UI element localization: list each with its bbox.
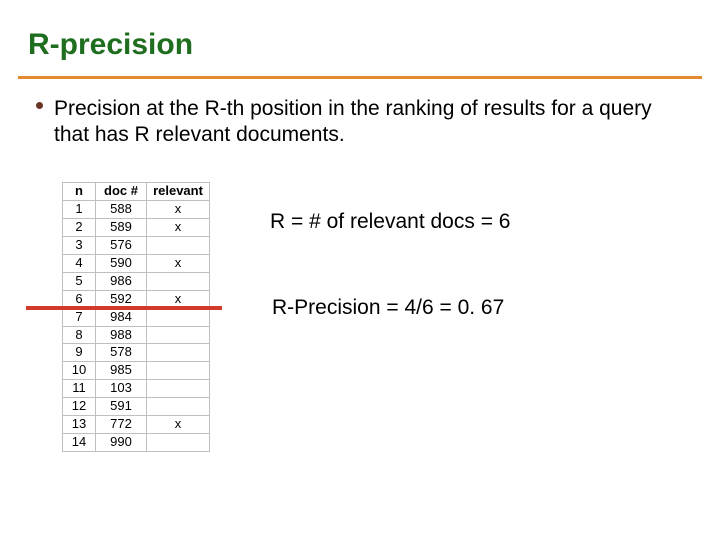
bullet-line: Precision at the R-th position in the ra… [54, 96, 684, 149]
cell-n: 12 [63, 398, 96, 416]
table-row: 8988 [63, 326, 210, 344]
table-header-row: n doc # relevant [63, 183, 210, 201]
cell-doc: 578 [96, 344, 147, 362]
cell-doc: 984 [96, 308, 147, 326]
table-row: 1588x [63, 200, 210, 218]
cell-relevant [147, 236, 210, 254]
cell-n: 1 [63, 200, 96, 218]
cell-n: 13 [63, 416, 96, 434]
cell-doc: 591 [96, 398, 147, 416]
cell-doc: 103 [96, 380, 147, 398]
results-table-wrap: n doc # relevant 1588x2589x35764590x5986… [62, 182, 210, 452]
table-row: 9578 [63, 344, 210, 362]
cell-n: 5 [63, 272, 96, 290]
slide-title: R-precision [28, 28, 193, 62]
cell-relevant [147, 272, 210, 290]
table-row: 10985 [63, 362, 210, 380]
col-header-relevant: relevant [147, 183, 210, 201]
cell-doc: 990 [96, 434, 147, 452]
table-row: 14990 [63, 434, 210, 452]
cell-relevant [147, 380, 210, 398]
cell-n: 7 [63, 308, 96, 326]
cell-relevant [147, 308, 210, 326]
table-row: 4590x [63, 254, 210, 272]
cell-doc: 589 [96, 218, 147, 236]
cell-doc: 988 [96, 326, 147, 344]
cell-doc: 985 [96, 362, 147, 380]
body-text: Precision at the R-th position in the ra… [36, 96, 684, 149]
cell-n: 8 [63, 326, 96, 344]
cell-n: 9 [63, 344, 96, 362]
cell-n: 10 [63, 362, 96, 380]
cell-relevant: x [147, 254, 210, 272]
cell-doc: 588 [96, 200, 147, 218]
cell-doc: 590 [96, 254, 147, 272]
table-row: 7984 [63, 308, 210, 326]
cell-doc: 576 [96, 236, 147, 254]
annotation-r-precision: R-Precision = 4/6 = 0. 67 [272, 296, 504, 320]
cell-doc: 772 [96, 416, 147, 434]
cell-relevant [147, 362, 210, 380]
results-table: n doc # relevant 1588x2589x35764590x5986… [62, 182, 210, 452]
cell-n: 14 [63, 434, 96, 452]
table-row: 13772x [63, 416, 210, 434]
cell-relevant: x [147, 416, 210, 434]
cell-n: 4 [63, 254, 96, 272]
cell-relevant [147, 344, 210, 362]
col-header-n: n [63, 183, 96, 201]
cell-n: 2 [63, 218, 96, 236]
table-row: 2589x [63, 218, 210, 236]
title-underline [18, 76, 702, 79]
table-row: 5986 [63, 272, 210, 290]
cell-relevant: x [147, 218, 210, 236]
cell-n: 3 [63, 236, 96, 254]
table-row: 11103 [63, 380, 210, 398]
cell-relevant: x [147, 200, 210, 218]
cell-relevant [147, 398, 210, 416]
r-cutoff-line [26, 306, 222, 310]
slide: R-precision Precision at the R-th positi… [0, 0, 720, 540]
annotation-r: R = # of relevant docs = 6 [270, 210, 510, 234]
table-row: 3576 [63, 236, 210, 254]
cell-relevant [147, 434, 210, 452]
cell-n: 11 [63, 380, 96, 398]
cell-relevant [147, 326, 210, 344]
col-header-doc: doc # [96, 183, 147, 201]
cell-doc: 986 [96, 272, 147, 290]
table-row: 12591 [63, 398, 210, 416]
